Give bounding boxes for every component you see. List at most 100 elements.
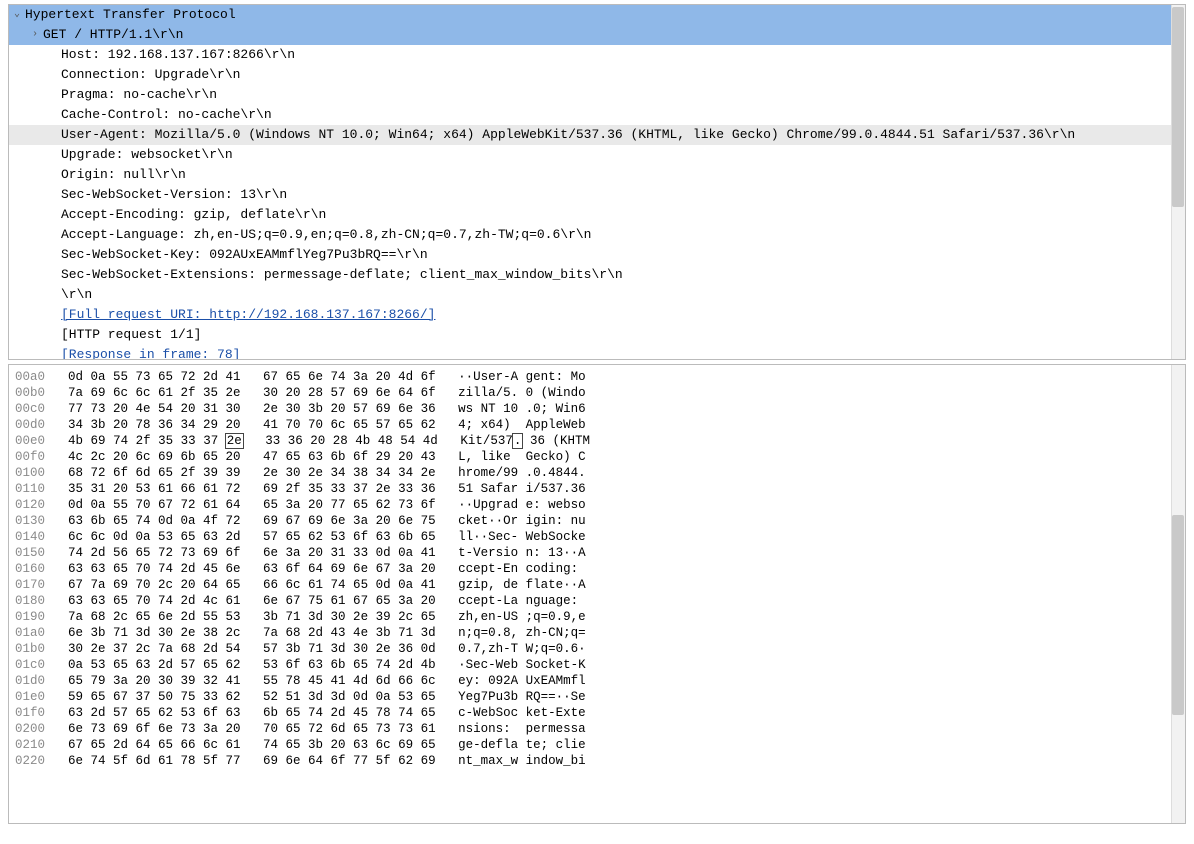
- hex-bytes: 65 79 3a 20 30 39 32 41 55 78 45 41 4d 6…: [68, 673, 436, 689]
- hex-row[interactable]: 00d0 34 3b 20 78 36 34 29 20 41 70 70 6c…: [15, 417, 1179, 433]
- hex-bytes: 63 63 65 70 74 2d 45 6e 63 6f 64 69 6e 6…: [68, 561, 436, 577]
- hex-bytes: 0a 53 65 63 2d 57 65 62 53 6f 63 6b 65 7…: [68, 657, 436, 673]
- tree-label: \r\n: [59, 285, 94, 305]
- tree-node-header[interactable]: Accept-Encoding: gzip, deflate\r\n: [9, 205, 1185, 225]
- hex-bytes: 35 31 20 53 61 66 61 72 69 2f 35 33 37 2…: [68, 481, 436, 497]
- hex-row[interactable]: 0220 6e 74 5f 6d 61 78 5f 77 69 6e 64 6f…: [15, 753, 1179, 769]
- hex-row[interactable]: 0150 74 2d 56 65 72 73 69 6f 6e 3a 20 31…: [15, 545, 1179, 561]
- hex-row[interactable]: 0110 35 31 20 53 61 66 61 72 69 2f 35 33…: [15, 481, 1179, 497]
- hex-ascii: zilla/5. 0 (Windo: [458, 385, 586, 401]
- hex-offset: 0190: [15, 609, 53, 625]
- hex-row[interactable]: 0140 6c 6c 0d 0a 53 65 63 2d 57 65 62 53…: [15, 529, 1179, 545]
- hex-ascii: ·Sec-Web Socket-K: [458, 657, 586, 673]
- tree-node-header[interactable]: Connection: Upgrade\r\n: [9, 65, 1185, 85]
- hex-ascii: ll··Sec- WebSocke: [458, 529, 586, 545]
- hex-row[interactable]: 0190 7a 68 2c 65 6e 2d 55 53 3b 71 3d 30…: [15, 609, 1179, 625]
- hex-row[interactable]: 01e0 59 65 67 37 50 75 33 62 52 51 3d 3d…: [15, 689, 1179, 705]
- hex-bytes: 7a 68 2c 65 6e 2d 55 53 3b 71 3d 30 2e 3…: [68, 609, 436, 625]
- tree-node-header[interactable]: Host: 192.168.137.167:8266\r\n: [9, 45, 1185, 65]
- tree-node-header[interactable]: Origin: null\r\n: [9, 165, 1185, 185]
- hex-row[interactable]: 01f0 63 2d 57 65 62 53 6f 63 6b 65 74 2d…: [15, 705, 1179, 721]
- hex-ascii: cket··Or igin: nu: [458, 513, 586, 529]
- hex-row[interactable]: 0200 6e 73 69 6f 6e 73 3a 20 70 65 72 6d…: [15, 721, 1179, 737]
- hex-ascii: zh,en-US ;q=0.9,e: [458, 609, 586, 625]
- hex-offset: 00c0: [15, 401, 53, 417]
- tree-node-request-count[interactable]: [HTTP request 1/1]: [9, 325, 1185, 345]
- hex-row[interactable]: 0160 63 63 65 70 74 2d 45 6e 63 6f 64 69…: [15, 561, 1179, 577]
- protocol-tree-pane[interactable]: ⌄ Hypertext Transfer Protocol › GET / HT…: [8, 4, 1186, 360]
- scrollbar-thumb[interactable]: [1172, 515, 1184, 715]
- hex-row[interactable]: 01d0 65 79 3a 20 30 39 32 41 55 78 45 41…: [15, 673, 1179, 689]
- hex-ascii: ··Upgrad e: webso: [458, 497, 586, 513]
- hex-offset: 00d0: [15, 417, 53, 433]
- hex-bytes: 59 65 67 37 50 75 33 62 52 51 3d 3d 0d 0…: [68, 689, 436, 705]
- hex-ascii: n;q=0.8, zh-CN;q=: [458, 625, 586, 641]
- tree-node-http[interactable]: ⌄ Hypertext Transfer Protocol: [9, 5, 1185, 25]
- hex-bytes: 4b 69 74 2f 35 33 37 2e 33 36 20 28 4b 4…: [68, 433, 438, 449]
- full-uri-link[interactable]: [Full request URI: http://192.168.137.16…: [59, 305, 437, 325]
- hex-row[interactable]: 00a0 0d 0a 55 73 65 72 2d 41 67 65 6e 74…: [15, 369, 1179, 385]
- hex-offset: 0100: [15, 465, 53, 481]
- tree-node-request-line[interactable]: › GET / HTTP/1.1\r\n: [9, 25, 1185, 45]
- hex-bytes: 4c 2c 20 6c 69 6b 65 20 47 65 63 6b 6f 2…: [68, 449, 436, 465]
- scrollbar[interactable]: [1171, 365, 1185, 823]
- tree-node-response-frame[interactable]: [Response in frame: 78]: [9, 345, 1185, 360]
- hex-ascii: ey: 092A UxEAMmfl: [458, 673, 586, 689]
- tree-node-full-uri[interactable]: [Full request URI: http://192.168.137.16…: [9, 305, 1185, 325]
- hex-offset: 00b0: [15, 385, 53, 401]
- hex-ascii: Kit/537. 36 (KHTM: [460, 433, 590, 449]
- hex-dump-pane[interactable]: 00a0 0d 0a 55 73 65 72 2d 41 67 65 6e 74…: [8, 364, 1186, 824]
- hex-ascii: 51 Safar i/537.36: [458, 481, 586, 497]
- response-frame-link[interactable]: [Response in frame: 78]: [59, 345, 242, 360]
- tree-node-header[interactable]: Cache-Control: no-cache\r\n: [9, 105, 1185, 125]
- tree-node-header[interactable]: Sec-WebSocket-Version: 13\r\n: [9, 185, 1185, 205]
- hex-ascii: 4; x64) AppleWeb: [458, 417, 586, 433]
- hex-offset: 01f0: [15, 705, 53, 721]
- hex-row[interactable]: 00e0 4b 69 74 2f 35 33 37 2e 33 36 20 28…: [15, 433, 1179, 449]
- hex-ascii: c-WebSoc ket-Exte: [458, 705, 586, 721]
- tree-label: Hypertext Transfer Protocol: [23, 5, 238, 25]
- tree-node-header[interactable]: User-Agent: Mozilla/5.0 (Windows NT 10.0…: [9, 125, 1185, 145]
- hex-ascii: gzip, de flate··A: [458, 577, 586, 593]
- hex-row[interactable]: 0130 63 6b 65 74 0d 0a 4f 72 69 67 69 6e…: [15, 513, 1179, 529]
- scrollbar[interactable]: [1171, 5, 1185, 359]
- hex-offset: 01c0: [15, 657, 53, 673]
- hex-row[interactable]: 0120 0d 0a 55 70 67 72 61 64 65 3a 20 77…: [15, 497, 1179, 513]
- tree-node-header[interactable]: Pragma: no-cache\r\n: [9, 85, 1185, 105]
- hex-ascii: t-Versio n: 13··A: [458, 545, 586, 561]
- hex-ascii: ge-defla te; clie: [458, 737, 586, 753]
- hex-row[interactable]: 0180 63 63 65 70 74 2d 4c 61 6e 67 75 61…: [15, 593, 1179, 609]
- hex-row[interactable]: 0170 67 7a 69 70 2c 20 64 65 66 6c 61 74…: [15, 577, 1179, 593]
- hex-row[interactable]: 00f0 4c 2c 20 6c 69 6b 65 20 47 65 63 6b…: [15, 449, 1179, 465]
- hex-row[interactable]: 01b0 30 2e 37 2c 7a 68 2d 54 57 3b 71 3d…: [15, 641, 1179, 657]
- tree-node-header[interactable]: Upgrade: websocket\r\n: [9, 145, 1185, 165]
- hex-offset: 0180: [15, 593, 53, 609]
- tree-node-header[interactable]: Sec-WebSocket-Key: 092AUxEAMmflYeg7Pu3bR…: [9, 245, 1185, 265]
- hex-marked-char: .: [512, 433, 524, 449]
- hex-row[interactable]: 01c0 0a 53 65 63 2d 57 65 62 53 6f 63 6b…: [15, 657, 1179, 673]
- expand-icon[interactable]: ›: [29, 25, 41, 45]
- hex-bytes: 0d 0a 55 70 67 72 61 64 65 3a 20 77 65 6…: [68, 497, 436, 513]
- hex-row[interactable]: 01a0 6e 3b 71 3d 30 2e 38 2c 7a 68 2d 43…: [15, 625, 1179, 641]
- tree-node-header[interactable]: \r\n: [9, 285, 1185, 305]
- hex-offset: 00e0: [15, 433, 53, 449]
- expand-icon[interactable]: ⌄: [11, 5, 23, 25]
- hex-bytes: 6e 3b 71 3d 30 2e 38 2c 7a 68 2d 43 4e 3…: [68, 625, 436, 641]
- tree-node-header[interactable]: Accept-Language: zh,en-US;q=0.9,en;q=0.8…: [9, 225, 1185, 245]
- hex-offset: 0210: [15, 737, 53, 753]
- hex-offset: 0130: [15, 513, 53, 529]
- hex-row[interactable]: 00b0 7a 69 6c 6c 61 2f 35 2e 30 20 28 57…: [15, 385, 1179, 401]
- hex-bytes: 68 72 6f 6d 65 2f 39 39 2e 30 2e 34 38 3…: [68, 465, 436, 481]
- tree-label: Sec-WebSocket-Version: 13\r\n: [59, 185, 289, 205]
- hex-offset: 00a0: [15, 369, 53, 385]
- hex-bytes: 67 7a 69 70 2c 20 64 65 66 6c 61 74 65 0…: [68, 577, 436, 593]
- hex-row[interactable]: 00c0 77 73 20 4e 54 20 31 30 2e 30 3b 20…: [15, 401, 1179, 417]
- tree-node-header[interactable]: Sec-WebSocket-Extensions: permessage-def…: [9, 265, 1185, 285]
- hex-offset: 0120: [15, 497, 53, 513]
- scrollbar-thumb[interactable]: [1172, 7, 1184, 207]
- hex-row[interactable]: 0100 68 72 6f 6d 65 2f 39 39 2e 30 2e 34…: [15, 465, 1179, 481]
- hex-row[interactable]: 0210 67 65 2d 64 65 66 6c 61 74 65 3b 20…: [15, 737, 1179, 753]
- hex-bytes: 34 3b 20 78 36 34 29 20 41 70 70 6c 65 5…: [68, 417, 436, 433]
- tree-label: Accept-Encoding: gzip, deflate\r\n: [59, 205, 328, 225]
- tree-label: User-Agent: Mozilla/5.0 (Windows NT 10.0…: [59, 125, 1077, 145]
